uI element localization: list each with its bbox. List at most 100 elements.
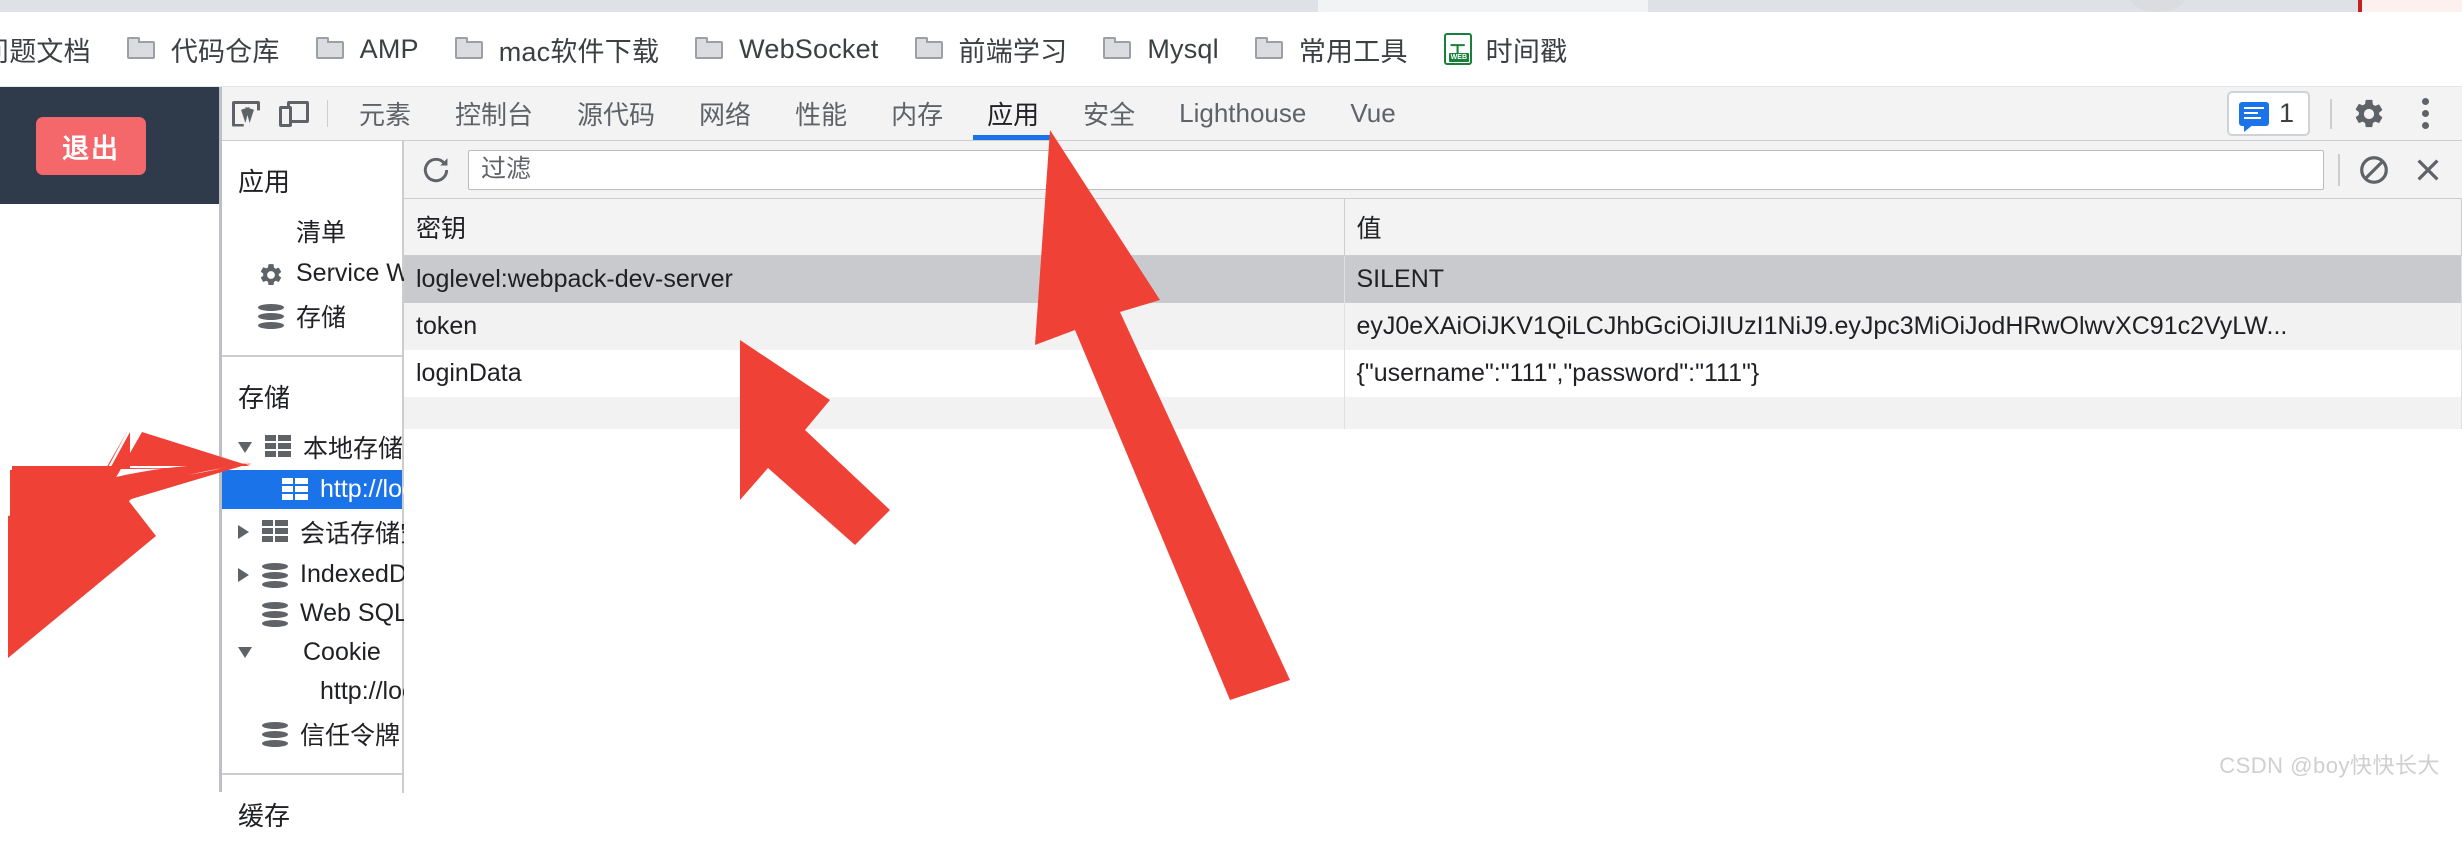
bookmark-item[interactable]: 前端学习 <box>897 21 1086 77</box>
message-count: 1 <box>2278 98 2294 128</box>
chevron-right-icon[interactable] <box>238 525 249 539</box>
bookmark-label: Mysql <box>1147 33 1219 64</box>
database-icon <box>262 722 289 747</box>
sidebar-item-本地存储空间[interactable]: 本地存储空间 <box>222 424 453 470</box>
sidebar-item-会话存储空间[interactable]: 会话存储空间 <box>222 509 450 555</box>
cell-key[interactable] <box>404 397 1345 429</box>
chevron-down-icon[interactable] <box>238 441 252 453</box>
sidebar-item-清单[interactable]: 清单 <box>222 208 402 254</box>
toolbar-divider <box>327 100 328 127</box>
messages-icon[interactable]: 1 <box>2226 91 2310 136</box>
bookmark-label: 问题文档 <box>0 36 91 67</box>
table-row[interactable]: token eyJ0eXAiOiJKV1QiLCJhbGciOiJIUzI1NiJ… <box>404 303 2462 350</box>
devtools-tab-性能[interactable]: 性能 <box>773 87 869 140</box>
table-row[interactable] <box>404 397 2462 429</box>
sidebar-item-存储[interactable]: 存储 <box>222 293 402 339</box>
bookmark-label: 前端学习 <box>958 36 1068 67</box>
devtools-tab-元素[interactable]: 元素 <box>337 87 433 140</box>
devtools-tab-内存[interactable]: 内存 <box>869 87 965 140</box>
devtools-body: 应用 清单Service Workers存储 存储 本地存储空间http://l… <box>222 141 2462 831</box>
sidebar-item-Web SQL[interactable]: Web SQL <box>222 594 408 633</box>
bookmark-item[interactable]: WebSocket <box>677 21 896 77</box>
cell-value[interactable]: SILENT <box>1344 255 2462 303</box>
cell-value[interactable] <box>1344 397 2462 429</box>
kebab-menu-icon[interactable] <box>2408 97 2442 131</box>
chevron-down-icon[interactable] <box>238 647 252 658</box>
folder-icon <box>695 37 725 61</box>
document-icon <box>258 219 285 243</box>
devtools-sidebar: 应用 清单Service Workers存储 存储 本地存储空间http://l… <box>222 141 544 831</box>
sidebar-item-http://localhost:8080[interactable]: http://localhost:8080 <box>222 672 544 711</box>
sidebar-item-Service Workers[interactable]: Service Workers <box>222 254 479 293</box>
sidebar-item-label: Cookie <box>303 638 381 666</box>
bookmark-item[interactable]: 问题文档 <box>0 21 109 77</box>
sidebar-item-http://localhost:8080[interactable]: http://localhost:8080 <box>222 470 544 509</box>
devtools-tab-安全[interactable]: 安全 <box>1061 87 1157 140</box>
filter-input[interactable] <box>468 149 2324 190</box>
devtools-tab-网络[interactable]: 网络 <box>677 87 773 140</box>
bookmark-label: 代码仓库 <box>170 36 280 67</box>
devtools-panel: 元素 控制台 源代码 网络 性能 内存 应用 安全 Lighthouse Vue 1 <box>219 87 2462 831</box>
folder-icon <box>914 37 945 61</box>
bookmark-item[interactable]: AMP <box>298 21 437 77</box>
bookmark-item[interactable]: 常用工具 <box>1237 21 1426 77</box>
sidebar-item-label: 存储 <box>296 304 347 332</box>
logout-button[interactable]: 退出 <box>36 117 146 175</box>
bookmark-label: AMP <box>359 33 419 64</box>
bookmark-item[interactable]: Mysql <box>1085 21 1237 77</box>
cookie-icon <box>265 641 292 665</box>
close-icon[interactable] <box>2408 150 2448 190</box>
column-header-key[interactable]: 密钥 <box>404 199 1345 256</box>
table-row[interactable]: loginData {"username":"111","password":"1… <box>404 350 2462 397</box>
chevron-right-icon[interactable] <box>238 567 249 582</box>
devtools-tabs: 元素 控制台 源代码 网络 性能 内存 应用 安全 Lighthouse Vue <box>337 87 2227 140</box>
sheets-icon: 工 WEB <box>1443 33 1472 65</box>
sidebar-item-信任令牌[interactable]: 信任令牌 <box>222 711 402 757</box>
devtools-toolbar: 元素 控制台 源代码 网络 性能 内存 应用 安全 Lighthouse Vue 1 <box>222 87 2462 141</box>
sidebar-item-Cookie[interactable]: Cookie <box>222 633 402 672</box>
database-icon <box>258 304 285 329</box>
refresh-icon[interactable] <box>418 152 454 188</box>
gear-icon <box>258 262 285 286</box>
bookmark-item[interactable]: mac软件下载 <box>437 21 677 77</box>
screenshot-root: 问题文档 代码仓库 AMP mac软件下载 WebSocket 前端学习 Mysql 常用工具… <box>0 0 2462 831</box>
watermark: CSDN @boy快快长大 <box>2219 753 2440 778</box>
bookmark-label: mac软件下载 <box>498 36 660 67</box>
database-icon <box>262 601 289 627</box>
cell-value[interactable]: {"username":"111","password":"111"} <box>1344 350 2462 397</box>
bookmark-item[interactable]: 工 WEB 时间戳 <box>1426 21 1586 77</box>
cell-value[interactable]: eyJ0eXAiOiJKV1QiLCJhbGciOiJIUzI1NiJ9.eyJ… <box>1344 303 2462 350</box>
devtools-tab-控制台[interactable]: 控制台 <box>433 87 555 140</box>
toolbar-divider-2 <box>2330 98 2332 129</box>
cache-group: 缓存 <box>222 775 402 858</box>
devtools-tab-源代码[interactable]: 源代码 <box>555 87 677 140</box>
inspect-element-icon[interactable] <box>222 87 270 140</box>
bookmarks-bar: 问题文档 代码仓库 AMP mac软件下载 WebSocket 前端学习 Mysql 常用工具… <box>0 12 2462 87</box>
application-group-title: 应用 <box>238 167 291 197</box>
cell-key[interactable]: loginData <box>404 350 1345 397</box>
column-header-value[interactable]: 值 <box>1344 199 2462 256</box>
devtools-tab-Vue[interactable]: Vue <box>1328 87 1417 140</box>
devtools-tab-应用[interactable]: 应用 <box>965 87 1061 140</box>
bookmark-item[interactable]: 代码仓库 <box>109 21 298 77</box>
database-icon <box>262 562 289 588</box>
devtools-tab-Lighthouse[interactable]: Lighthouse <box>1157 87 1328 140</box>
folder-icon <box>1254 37 1285 61</box>
bookmark-label: 时间戳 <box>1485 36 1568 67</box>
gear-icon[interactable] <box>2352 97 2386 131</box>
storage-key-value-table: 密钥 值 loglevel:webpack-dev-server SILENT to… <box>404 199 2462 429</box>
cell-key[interactable]: token <box>404 303 1345 350</box>
clear-all-icon[interactable] <box>2354 150 2394 190</box>
device-toolbar-icon[interactable] <box>270 87 318 140</box>
bookmark-label: 常用工具 <box>1298 36 1408 67</box>
table-row[interactable]: loglevel:webpack-dev-server SILENT <box>404 255 2462 303</box>
sidebar-item-IndexedDB[interactable]: IndexedDB <box>222 555 424 594</box>
folder-icon <box>1103 37 1133 61</box>
browser-tabstrip <box>0 0 2462 14</box>
folder-icon <box>126 37 157 61</box>
browser-tab-avatar[interactable] <box>2130 0 2186 12</box>
cell-key[interactable]: loglevel:webpack-dev-server <box>404 255 1345 303</box>
storage-filter-bar <box>404 141 2462 199</box>
